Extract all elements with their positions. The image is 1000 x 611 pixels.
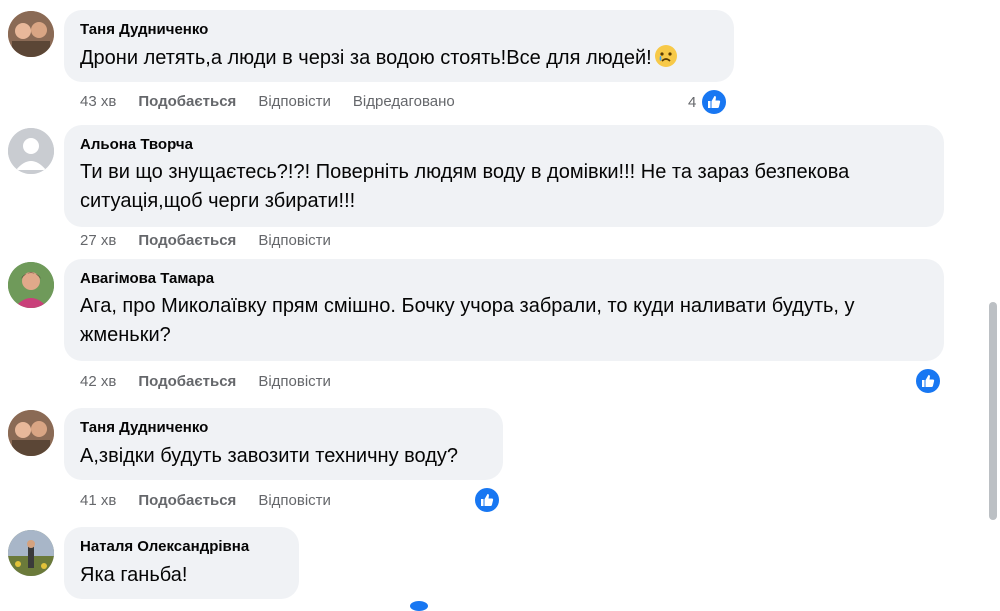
reaction-summary[interactable]: 4 xyxy=(688,88,729,116)
reaction-summary[interactable] xyxy=(914,367,942,395)
scrollbar[interactable] xyxy=(987,0,1000,606)
comment-text-line: Ти ви що знущаєтесь?!?! Поверніть людям … xyxy=(80,161,850,183)
avatar[interactable] xyxy=(8,262,54,308)
comment-text-line: Ага, про Миколаївку прям смішно. Бочку у… xyxy=(80,295,855,317)
reaction-icon-partial xyxy=(410,601,428,611)
comment-bubble: Альона Творча Ти ви що знущаєтесь?!?! По… xyxy=(64,125,944,227)
like-button[interactable]: Подобається xyxy=(138,372,236,392)
comment-time[interactable]: 43 хв xyxy=(80,92,116,112)
comment-bubble: Таня Дудниченко Дрони летять,а люди в че… xyxy=(64,10,734,82)
comment-actions: 42 хв Подобається Відповісти xyxy=(80,372,331,392)
comment-actions: 27 хв Подобається Відповісти xyxy=(80,231,331,251)
scrollbar-thumb[interactable] xyxy=(989,302,997,520)
reply-button[interactable]: Відповісти xyxy=(258,231,331,251)
comment-text: А,звідки будуть завозити техничну воду? xyxy=(80,445,458,467)
reaction-count: 4 xyxy=(688,93,697,111)
comment-bubble: Авагімова Тамара Ага, про Миколаївку пря… xyxy=(64,259,944,361)
like-icon xyxy=(700,88,729,116)
comment-author[interactable]: Альона Творча xyxy=(80,135,928,155)
comment-text: Ти ви що знущаєтесь?!?! Поверніть людям … xyxy=(80,158,928,216)
comment-author[interactable]: Таня Дудниченко xyxy=(80,20,718,40)
comment-author[interactable]: Авагімова Тамара xyxy=(80,269,928,289)
comment-author[interactable]: Наталя Олександрівна xyxy=(80,537,283,557)
like-button[interactable]: Подобається xyxy=(138,92,236,112)
reaction-summary[interactable] xyxy=(473,486,501,514)
avatar[interactable] xyxy=(8,128,54,174)
comment-bubble: Наталя Олександрівна Яка ганьба! xyxy=(64,527,299,599)
like-icon xyxy=(914,367,942,395)
comment-text: Ага, про Миколаївку прям смішно. Бочку у… xyxy=(80,292,928,350)
comment-time[interactable]: 27 хв xyxy=(80,231,116,251)
like-button[interactable]: Подобається xyxy=(138,491,236,511)
comment-text: Яка ганьба! xyxy=(80,564,188,586)
like-button[interactable]: Подобається xyxy=(138,231,236,251)
crying-face-icon xyxy=(654,45,677,67)
comment-actions: 43 хв Подобається Відповісти Відредагова… xyxy=(80,92,455,112)
reply-button[interactable]: Відповісти xyxy=(258,491,331,511)
avatar[interactable] xyxy=(8,410,54,456)
edited-label[interactable]: Відредаговано xyxy=(353,92,455,112)
comment-text-line: жменьки? xyxy=(80,324,171,346)
comment-author[interactable]: Таня Дудниченко xyxy=(80,418,487,438)
avatar[interactable] xyxy=(8,11,54,57)
avatar[interactable] xyxy=(8,530,54,576)
like-icon xyxy=(473,486,501,514)
comment-text: Дрони летять,а люди в черзі за водою сто… xyxy=(80,44,718,73)
reply-button[interactable]: Відповісти xyxy=(258,92,331,112)
reply-button[interactable]: Відповісти xyxy=(258,372,331,392)
comment-text-content: Дрони летять,а люди в черзі за водою сто… xyxy=(80,47,652,69)
comment-actions: 41 хв Подобається Відповісти xyxy=(80,491,331,511)
comment-text-line: ситуація,щоб черги збирати!!! xyxy=(80,190,356,212)
comment-time[interactable]: 42 хв xyxy=(80,372,116,392)
comment-bubble: Таня Дудниченко А,звідки будуть завозити… xyxy=(64,408,503,480)
comment-time[interactable]: 41 хв xyxy=(80,491,116,511)
